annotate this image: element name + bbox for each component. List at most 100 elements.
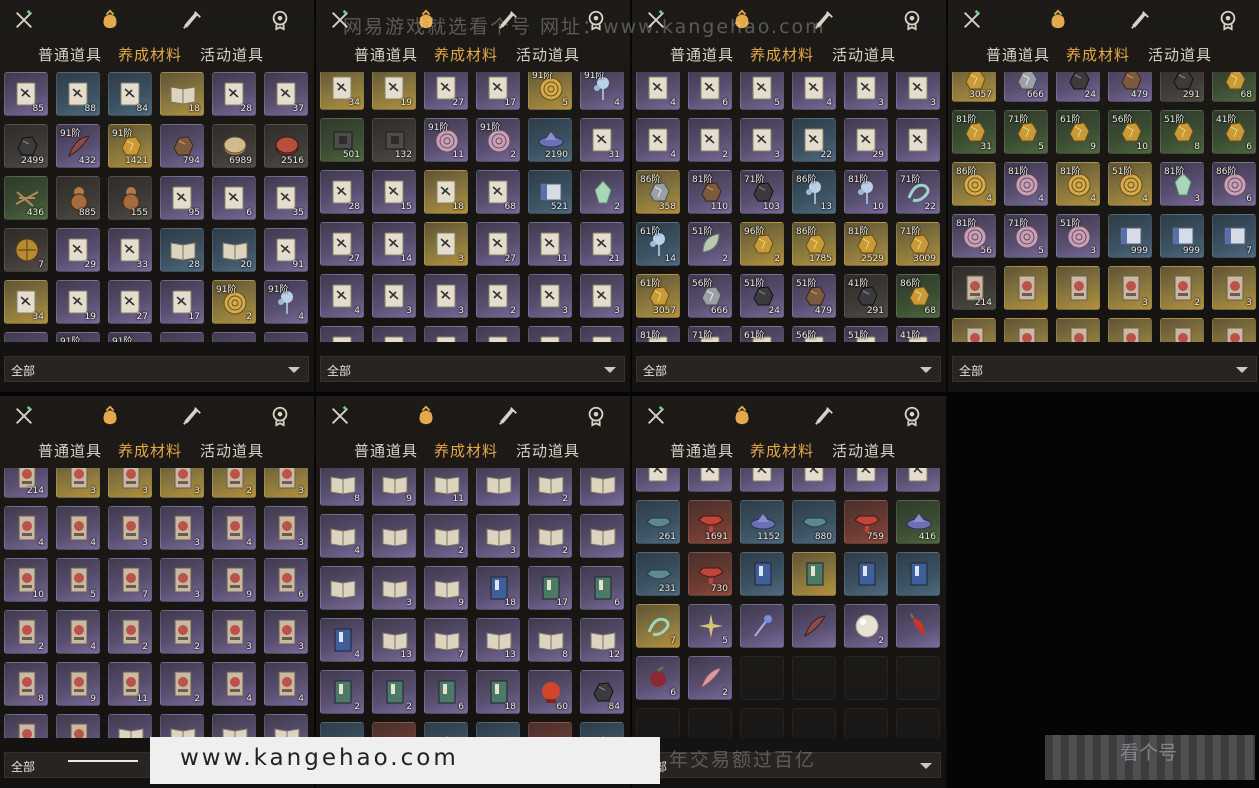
item-slot[interactable]: 4: [56, 610, 100, 654]
item-slot[interactable]: 2: [212, 468, 256, 498]
item-slot[interactable]: 3: [372, 274, 416, 318]
item-slot[interactable]: 2190: [528, 118, 572, 162]
item-slot[interactable]: 4: [320, 514, 364, 558]
item-slot[interactable]: 231: [636, 552, 680, 596]
item-slot[interactable]: [160, 332, 204, 342]
item-slot[interactable]: 2: [476, 274, 520, 318]
item-slot[interactable]: [372, 326, 416, 342]
item-slot[interactable]: 999: [1108, 214, 1152, 258]
item-slot[interactable]: 28: [212, 72, 256, 116]
item-slot[interactable]: 95: [160, 176, 204, 220]
item-slot[interactable]: [844, 552, 888, 596]
swords-icon[interactable]: [960, 8, 984, 32]
item-slot[interactable]: [1004, 318, 1048, 342]
item-slot[interactable]: 3: [580, 274, 624, 318]
tab-2[interactable]: 活动道具: [832, 44, 896, 65]
item-slot[interactable]: 81阶 2529: [844, 222, 888, 266]
item-slot[interactable]: 81阶 4: [1004, 162, 1048, 206]
item-slot[interactable]: 999: [1160, 214, 1204, 258]
item-slot[interactable]: 81阶: [636, 326, 680, 342]
item-slot[interactable]: 794: [160, 124, 204, 168]
item-slot[interactable]: 6: [580, 566, 624, 610]
item-slot[interactable]: 85: [4, 72, 48, 116]
badge-icon[interactable]: [584, 404, 608, 428]
item-slot[interactable]: 68: [1212, 72, 1256, 102]
item-slot[interactable]: 81阶 31: [952, 110, 996, 154]
item-slot[interactable]: [896, 604, 940, 648]
scroll-icon[interactable]: [496, 404, 520, 428]
item-slot[interactable]: 81阶 3: [1160, 162, 1204, 206]
item-slot[interactable]: 3: [264, 468, 308, 498]
item-slot[interactable]: 132: [372, 118, 416, 162]
item-slot[interactable]: 51阶: [844, 326, 888, 342]
tab-2[interactable]: 活动道具: [200, 440, 264, 461]
item-slot[interactable]: 416: [580, 722, 624, 738]
item-slot[interactable]: 8: [528, 618, 572, 662]
item-slot[interactable]: [792, 552, 836, 596]
pouch-icon[interactable]: [730, 404, 754, 428]
item-slot[interactable]: 18: [476, 566, 520, 610]
item-slot[interactable]: 2: [844, 604, 888, 648]
item-slot[interactable]: 261: [636, 500, 680, 544]
item-slot[interactable]: 11: [424, 468, 468, 506]
filter-dropdown[interactable]: 全部: [320, 356, 625, 382]
item-slot[interactable]: 81阶 4: [1056, 162, 1100, 206]
item-slot[interactable]: 666: [1004, 72, 1048, 102]
item-slot[interactable]: [212, 714, 256, 738]
tab-2[interactable]: 活动道具: [516, 44, 580, 65]
item-slot[interactable]: [424, 326, 468, 342]
item-slot[interactable]: 479: [1108, 72, 1152, 102]
badge-icon[interactable]: [900, 8, 924, 32]
item-slot[interactable]: 56阶: [792, 326, 836, 342]
item-slot[interactable]: [896, 552, 940, 596]
item-slot[interactable]: 2: [528, 514, 572, 558]
item-slot[interactable]: 3: [1108, 266, 1152, 310]
item-slot[interactable]: 3: [212, 610, 256, 654]
item-slot[interactable]: 71阶 5: [1004, 214, 1048, 258]
item-slot[interactable]: 60: [528, 670, 572, 714]
item-slot[interactable]: 51阶 24: [740, 274, 784, 318]
item-slot[interactable]: 24: [1056, 72, 1100, 102]
item-slot[interactable]: 27: [476, 222, 520, 266]
item-slot[interactable]: 86阶 13: [792, 170, 836, 214]
item-slot[interactable]: 35: [264, 176, 308, 220]
item-slot[interactable]: 91阶 432: [56, 124, 100, 168]
item-slot[interactable]: [1212, 318, 1256, 342]
item-slot[interactable]: 880: [476, 722, 520, 738]
item-slot[interactable]: 3: [264, 506, 308, 550]
item-slot[interactable]: [844, 468, 888, 492]
item-slot[interactable]: [56, 714, 100, 738]
swords-icon[interactable]: [644, 404, 668, 428]
item-slot[interactable]: 5: [740, 72, 784, 110]
item-slot[interactable]: 4: [212, 662, 256, 706]
item-slot[interactable]: 13: [372, 618, 416, 662]
tab-2[interactable]: 活动道具: [832, 440, 896, 461]
item-slot[interactable]: [160, 714, 204, 738]
item-slot[interactable]: 3: [56, 468, 100, 498]
item-slot[interactable]: [264, 332, 308, 342]
item-slot[interactable]: [320, 566, 364, 610]
item-slot[interactable]: 61阶 3057: [636, 274, 680, 318]
item-slot[interactable]: [1108, 318, 1152, 342]
item-slot[interactable]: 4: [636, 72, 680, 110]
item-slot[interactable]: 759: [844, 500, 888, 544]
tab-1[interactable]: 养成材料: [750, 440, 814, 461]
item-slot[interactable]: 3057: [952, 72, 996, 102]
item-slot[interactable]: 86阶 1785: [792, 222, 836, 266]
item-slot[interactable]: 436: [4, 176, 48, 220]
item-slot[interactable]: 81阶 56: [952, 214, 996, 258]
item-slot[interactable]: 1152: [740, 500, 784, 544]
item-slot[interactable]: 51阶 4: [1108, 162, 1152, 206]
item-slot[interactable]: 29: [56, 228, 100, 272]
item-slot[interactable]: [264, 714, 308, 738]
item-slot[interactable]: 17: [528, 566, 572, 610]
item-slot[interactable]: 6: [424, 670, 468, 714]
item-slot[interactable]: 4: [212, 506, 256, 550]
item-slot[interactable]: 18: [476, 670, 520, 714]
item-slot[interactable]: 1691: [688, 500, 732, 544]
item-slot[interactable]: [4, 332, 48, 342]
item-slot[interactable]: 3: [108, 506, 152, 550]
item-slot[interactable]: 88: [56, 72, 100, 116]
badge-icon[interactable]: [1216, 8, 1240, 32]
tab-0[interactable]: 普通道具: [986, 44, 1050, 65]
